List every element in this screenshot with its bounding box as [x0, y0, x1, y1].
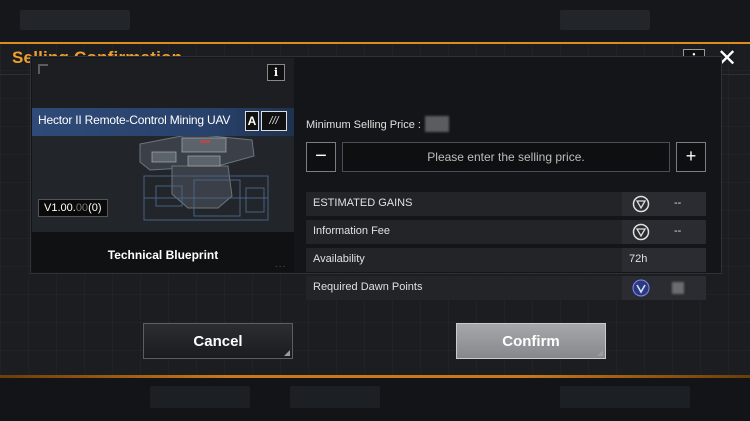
- detail-row-required-dawn-points: Required Dawn Points: [306, 276, 706, 300]
- item-grade-stripes: ///: [261, 111, 287, 131]
- detail-value: 72h: [629, 253, 648, 265]
- confirm-label: Confirm: [502, 332, 560, 350]
- decrease-price-button[interactable]: −: [306, 142, 336, 172]
- more-icon: ...: [275, 259, 287, 270]
- item-image: [32, 136, 294, 232]
- detail-value: --: [674, 197, 682, 209]
- price-main: V1.00.: [44, 202, 76, 214]
- button-corner-mark: [284, 350, 290, 356]
- button-corner-mark: [597, 350, 603, 356]
- detail-value: --: [674, 225, 682, 237]
- item-name: Hector II Remote-Control Mining UAV: [38, 113, 231, 127]
- background-ghost-element: [20, 10, 130, 30]
- dialog-bottom-accent: [0, 375, 750, 378]
- currency-icon: [632, 195, 650, 213]
- cancel-button[interactable]: Cancel: [143, 323, 293, 359]
- price-count: (0): [88, 202, 102, 214]
- min-price-label: Minimum Selling Price :: [306, 119, 421, 131]
- background-ghost-element: [290, 386, 380, 408]
- currency-icon: [632, 223, 650, 241]
- detail-row-information-fee: Information Fee --: [306, 220, 706, 244]
- item-type: Technical Blueprint: [107, 248, 219, 262]
- background-ghost-element: [560, 386, 690, 408]
- background-ghost-element: [150, 386, 250, 408]
- detail-label: ESTIMATED GAINS: [313, 197, 413, 209]
- background-ghost-element: [560, 10, 650, 30]
- drone-blueprint-image: [139, 136, 269, 221]
- min-price-value-obscured: [425, 116, 449, 132]
- cancel-label: Cancel: [193, 332, 243, 350]
- detail-row-estimated-gains: ESTIMATED GAINS --: [306, 192, 706, 216]
- item-card: i Hector II Remote-Control Mining UAV A …: [32, 58, 294, 272]
- detail-label: Information Fee: [313, 225, 391, 237]
- dialog-accent-line: [0, 42, 750, 44]
- increase-price-button[interactable]: +: [676, 142, 706, 172]
- detail-label: Required Dawn Points: [313, 281, 423, 293]
- price-input[interactable]: [342, 142, 670, 172]
- item-grade-badge: A: [245, 111, 259, 131]
- dawn-points-icon: [632, 279, 650, 297]
- price-dim: 00: [75, 202, 89, 214]
- detail-value-obscured: [672, 282, 684, 294]
- background-bottom-bar: [0, 378, 750, 421]
- item-info-icon[interactable]: i: [267, 64, 285, 81]
- detail-label: Availability: [313, 253, 365, 265]
- detail-row-availability: Availability 72h: [306, 248, 706, 272]
- confirm-button[interactable]: Confirm: [456, 323, 606, 359]
- item-price-tag: V1.00.00(0): [38, 199, 108, 217]
- corner-bracket-icon: [38, 64, 48, 74]
- background-top-bar: [0, 0, 750, 42]
